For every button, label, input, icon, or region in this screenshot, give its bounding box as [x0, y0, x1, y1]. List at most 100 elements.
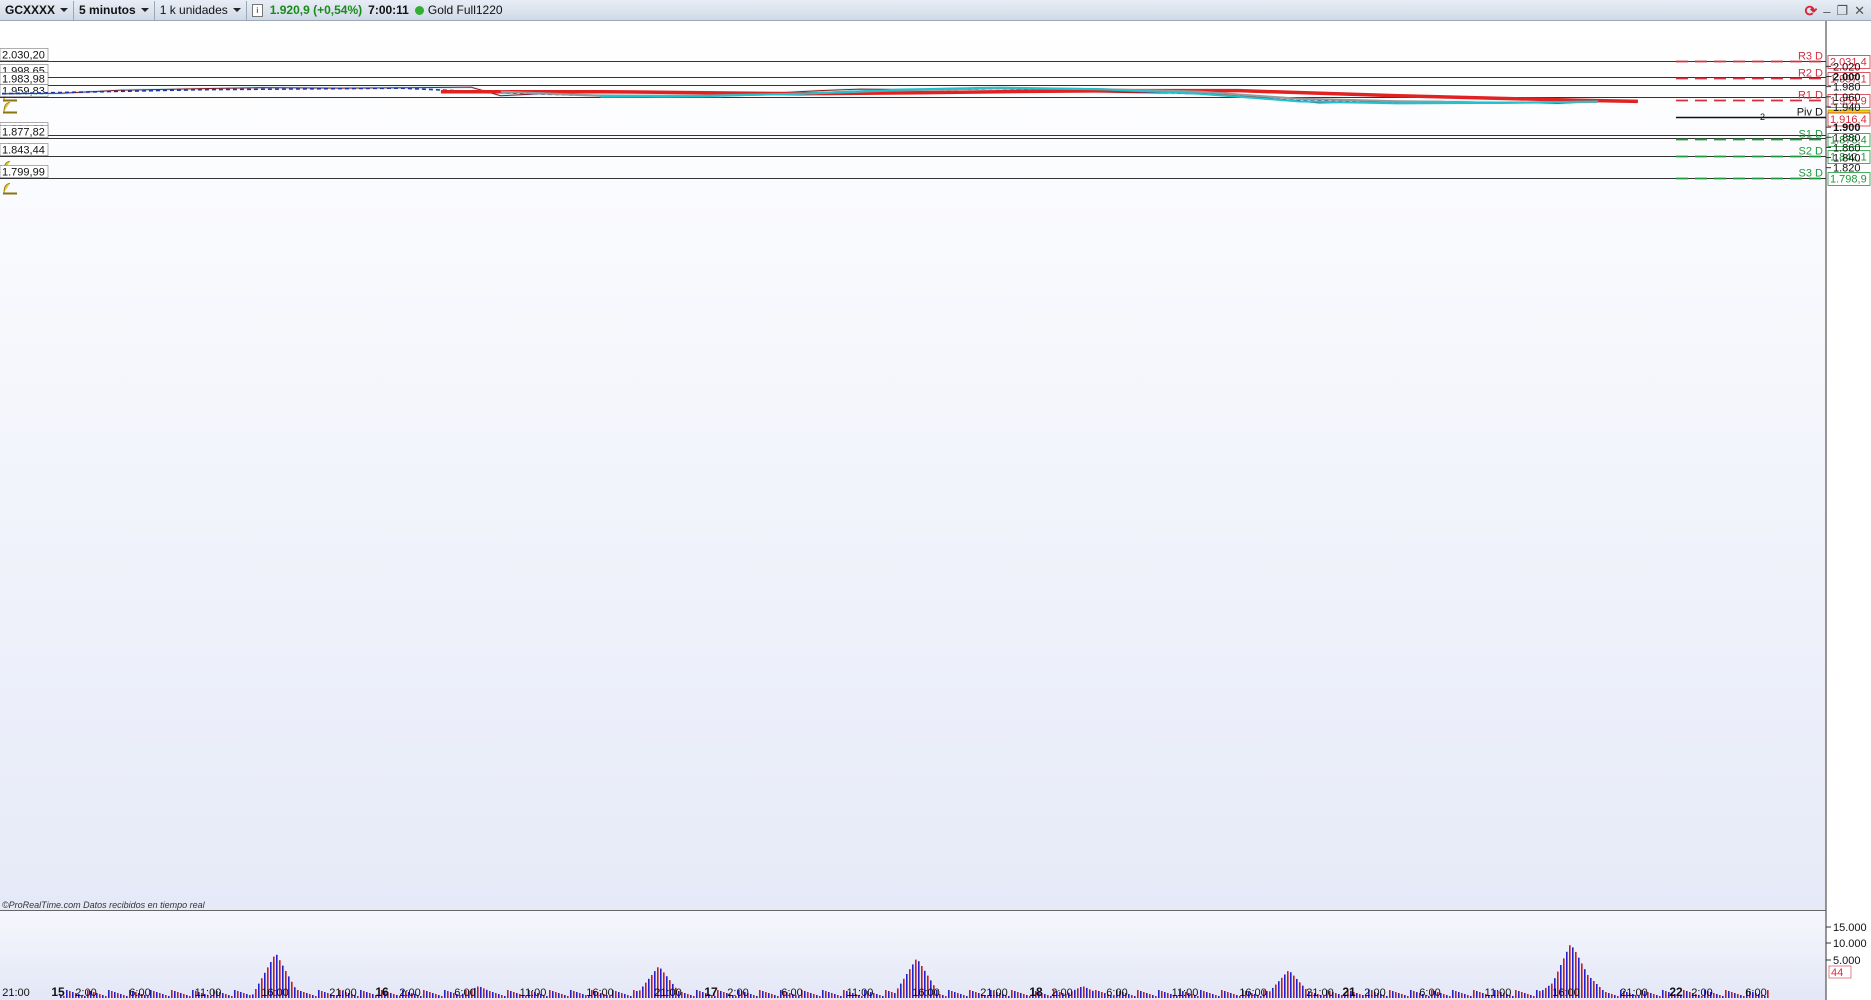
- volume-bar: [396, 995, 398, 998]
- volume-bar: [1158, 990, 1160, 998]
- volume-tick-label: 15.000: [1833, 922, 1867, 934]
- volume-bar: [318, 990, 320, 998]
- volume-bar: [507, 990, 509, 998]
- volume-bar: [234, 990, 236, 998]
- volume-bar: [1599, 987, 1601, 998]
- volume-bar: [1098, 991, 1100, 998]
- volume-bar: [942, 995, 944, 998]
- volume-bar: [1290, 972, 1292, 998]
- volume-bar: [576, 992, 578, 998]
- volume-bar: [372, 994, 374, 998]
- volume-bar: [177, 992, 179, 998]
- volume-bar: [480, 986, 482, 998]
- volume-bar: [1443, 994, 1445, 998]
- volume-bar: [441, 996, 443, 998]
- volume-bar: [357, 996, 359, 998]
- volume-bar: [1410, 990, 1412, 998]
- volume-bar: [1359, 994, 1361, 998]
- volume-bar: [1659, 996, 1661, 998]
- timeframe-selector[interactable]: 5 minutos: [74, 0, 155, 20]
- volume-bar: [444, 990, 446, 998]
- time-axis-label: 21:00: [1306, 987, 1334, 999]
- time-axis-label: 6:00: [1419, 987, 1440, 999]
- volume-bar: [1482, 993, 1484, 998]
- volume-bar: [489, 991, 491, 998]
- volume-bar: [1719, 995, 1721, 998]
- volume-bar: [237, 991, 239, 998]
- price-chart[interactable]: 2.030,201.998,651.983,981.959,831.884,32…: [0, 21, 1871, 1000]
- volume-bar: [807, 992, 809, 998]
- volume-bar: [1476, 991, 1478, 998]
- volume-bar: [1407, 996, 1409, 998]
- volume-bar: [1722, 996, 1724, 998]
- volume-bar: [243, 993, 245, 998]
- volume-bar: [1026, 995, 1028, 998]
- volume-bar: [963, 995, 965, 998]
- restore-icon[interactable]: ❐: [1836, 3, 1848, 19]
- volume-bar: [1155, 996, 1157, 998]
- volume-bar: [804, 991, 806, 998]
- volume-bar: [843, 990, 845, 998]
- volume-bar: [1686, 991, 1688, 998]
- volume-bar: [1395, 992, 1397, 998]
- volume-bar: [231, 996, 233, 998]
- volume-bar: [114, 992, 116, 998]
- volume-bar: [951, 991, 953, 998]
- volume-bar: [174, 991, 176, 998]
- volume-bar: [765, 992, 767, 998]
- minimize-icon[interactable]: –: [1823, 4, 1830, 19]
- volume-bar: [813, 994, 815, 998]
- units-selector[interactable]: 1 k unidades: [155, 0, 247, 20]
- volume-bar: [1731, 992, 1733, 998]
- volume-bar: [222, 993, 224, 998]
- volume-bar: [582, 994, 584, 998]
- volume-bar: [156, 992, 158, 998]
- volume-bar: [165, 995, 167, 998]
- marker-label: 2: [1760, 112, 1765, 122]
- volume-bar: [696, 990, 698, 998]
- volume-bar: [501, 995, 503, 998]
- refresh-icon[interactable]: ⟳: [1805, 2, 1818, 20]
- volume-bar: [1218, 996, 1220, 998]
- volume-bar: [1221, 990, 1223, 998]
- volume-bar: [891, 992, 893, 998]
- alert-price-label: 1.843,44: [2, 145, 45, 157]
- volume-bar: [360, 990, 362, 998]
- volume-bar: [1539, 991, 1541, 998]
- volume-bar: [189, 996, 191, 998]
- volume-bar: [252, 994, 254, 998]
- volume-bar: [1515, 990, 1517, 998]
- volume-bar: [1161, 991, 1163, 998]
- volume-bar: [1230, 993, 1232, 998]
- volume-bar: [1086, 987, 1088, 998]
- volume-bar: [1092, 990, 1094, 998]
- time-axis-label: 21:00: [2, 987, 30, 999]
- volume-bar: [888, 991, 890, 998]
- info-icon[interactable]: i: [251, 3, 263, 17]
- volume-bar: [750, 994, 752, 998]
- toolbar: GCXXXX 5 minutos 1 k unidades i 1.920,9 …: [0, 0, 1871, 21]
- volume-bar: [1452, 990, 1454, 998]
- volume-bar: [768, 993, 770, 998]
- volume-bar: [504, 996, 506, 998]
- volume-bar: [1536, 990, 1538, 998]
- volume-bar: [498, 994, 500, 998]
- volume-bar: [126, 996, 128, 998]
- symbol-selector[interactable]: GCXXXX: [0, 0, 75, 20]
- volume-bar: [975, 992, 977, 998]
- volume-bar: [1656, 995, 1658, 998]
- volume-bar: [240, 992, 242, 998]
- chevron-down-icon: [140, 8, 149, 12]
- volume-bar: [1206, 992, 1208, 998]
- volume-bar: [1449, 996, 1451, 998]
- volume-bar: [321, 991, 323, 998]
- volume-bar: [1203, 991, 1205, 998]
- volume-bar: [909, 969, 911, 998]
- volume-bar: [948, 990, 950, 998]
- volume-bar: [1200, 990, 1202, 998]
- volume-bar: [1611, 994, 1613, 998]
- volume-bar: [1302, 985, 1304, 998]
- close-icon[interactable]: ✕: [1854, 3, 1865, 19]
- volume-bar: [1233, 994, 1235, 998]
- watermark: ©ProRealTime.com Datos recibidos en tiem…: [2, 900, 206, 910]
